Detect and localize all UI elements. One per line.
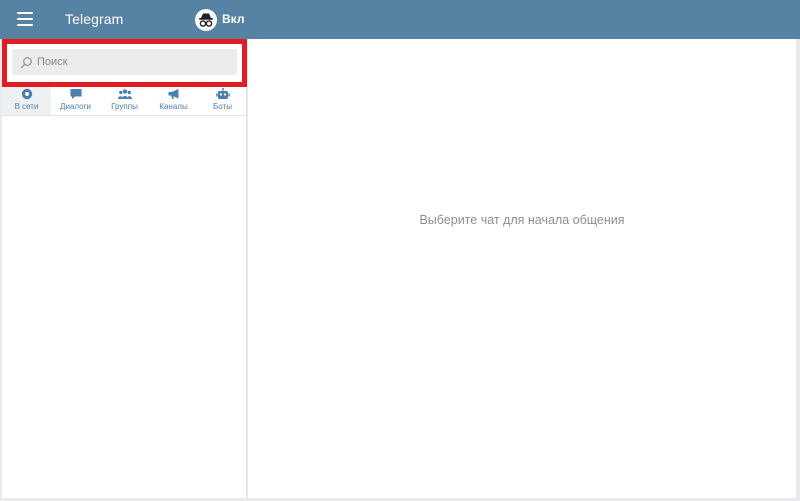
- online-dot-icon: [21, 88, 32, 100]
- tab-label: Каналы: [159, 102, 188, 111]
- app-title: Telegram: [65, 11, 124, 27]
- hamburger-menu-icon[interactable]: [17, 12, 35, 27]
- empty-chat-message: Выберите чат для начала общения: [419, 213, 625, 227]
- tab-channels[interactable]: Каналы: [149, 87, 198, 115]
- tab-dialogs[interactable]: Диалоги: [51, 87, 100, 115]
- tab-label: Боты: [213, 102, 232, 111]
- chat-area: Выберите чат для начала общения: [248, 39, 796, 498]
- incognito-icon[interactable]: [195, 9, 217, 31]
- tab-label: Группы: [111, 102, 138, 111]
- chat-bubble-icon: [70, 89, 81, 99]
- top-bar: Telegram Вкл: [0, 0, 800, 39]
- tab-online[interactable]: В сети: [2, 87, 51, 115]
- group-icon: [117, 89, 132, 99]
- telegram-app: Telegram Вкл Поиск В сети Диалоги Группы…: [0, 0, 800, 501]
- tab-bots[interactable]: Боты: [198, 87, 247, 115]
- megaphone-icon: [168, 89, 178, 99]
- sidebar: В сети Диалоги Группы: [2, 39, 247, 498]
- robot-icon: [215, 88, 230, 99]
- search-box[interactable]: [12, 49, 237, 75]
- search-icon: [20, 56, 32, 68]
- tab-groups[interactable]: Группы: [100, 87, 149, 115]
- incognito-status[interactable]: Вкл: [222, 12, 244, 26]
- search-input[interactable]: [37, 51, 227, 73]
- chat-filter-tabs: В сети Диалоги Группы Каналы Боты: [2, 87, 247, 116]
- tab-label: В сети: [14, 102, 39, 111]
- tab-label: Диалоги: [60, 102, 91, 111]
